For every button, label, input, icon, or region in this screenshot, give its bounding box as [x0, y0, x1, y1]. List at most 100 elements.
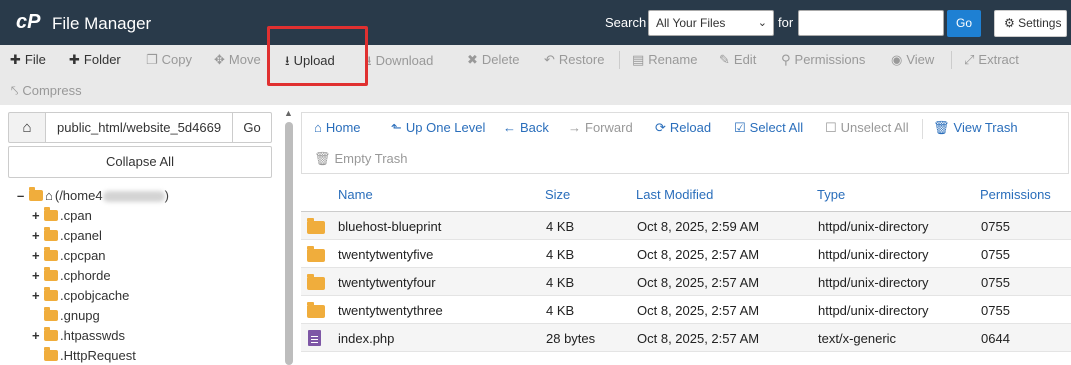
tree-item[interactable]: + .cpobjcache — [32, 286, 129, 306]
tree-item[interactable]: .gnupg — [32, 306, 100, 326]
permissions-button[interactable]: ⚲ Permissions — [781, 52, 865, 68]
key-icon: ⚲ — [781, 52, 791, 67]
collapse-all-button[interactable]: Collapse All — [8, 146, 272, 178]
folder-icon — [44, 347, 58, 361]
tree-item[interactable]: + .cpan — [32, 206, 92, 226]
table-row[interactable]: bluehost-blueprint 4 KB Oct 8, 2025, 2:59 … — [301, 212, 1071, 240]
column-header-name[interactable]: Name — [338, 187, 373, 202]
table-row[interactable]: twentytwentythree 4 KB Oct 8, 2025, 2:57 A… — [301, 296, 1071, 324]
search-label: Search — [605, 15, 647, 30]
nav-unselect-all-button[interactable]: ☐ Unselect All — [825, 120, 909, 136]
tree-item[interactable]: + .cpcpan — [32, 246, 106, 266]
new-folder-label: Folder — [83, 52, 121, 67]
download-label: Download — [375, 53, 434, 68]
nav-home-button[interactable]: ⌂ Home — [314, 120, 361, 135]
settings-button[interactable]: ⚙ Settings — [994, 10, 1067, 37]
edit-button[interactable]: ✎ Edit — [719, 52, 756, 68]
tree-item-label: .cpcpan — [60, 248, 106, 263]
toolbar-divider — [619, 51, 620, 69]
expand-toggle[interactable]: + — [32, 266, 44, 286]
search-scope-select[interactable]: All Your Files ⌄ — [648, 10, 774, 36]
path-home-button[interactable]: ⌂ — [8, 112, 46, 143]
nav-empty-trash-button[interactable]: 🗑 Empty Trash — [314, 151, 407, 167]
nav-reload-button[interactable]: ⟳ Reload — [655, 120, 711, 136]
folder-icon — [307, 246, 325, 262]
cell-modified: Oct 8, 2025, 2:57 AM — [637, 247, 760, 262]
view-button[interactable]: ◉ View — [891, 52, 934, 68]
cell-modified: Oct 8, 2025, 2:59 AM — [637, 219, 760, 234]
upload-highlight-box — [267, 26, 368, 86]
tree-root-label-end: ) — [164, 188, 169, 203]
table-row[interactable]: index.php 28 bytes Oct 8, 2025, 2:57 AM tex… — [301, 324, 1071, 352]
tree-item[interactable]: + .htpasswds — [32, 326, 125, 346]
expand-toggle[interactable]: + — [32, 226, 44, 246]
cell-perms: 0755 — [981, 247, 1010, 262]
search-go-button[interactable]: Go — [947, 10, 981, 37]
view-label: View — [906, 52, 935, 67]
tree-item[interactable]: + .cphorde — [32, 266, 111, 286]
nav-up-button[interactable]: ⬑ Up One Level — [391, 120, 485, 136]
cell-type: httpd/unix-directory — [818, 303, 929, 318]
cell-perms: 0755 — [981, 275, 1010, 290]
plus-icon: ✚ — [10, 52, 21, 67]
expand-icon: ⤢ — [964, 52, 975, 67]
move-icon: ✥ — [214, 52, 225, 67]
nav-back-label: Back — [520, 120, 549, 135]
tree-item-label: .HttpRequest — [60, 348, 136, 363]
search-input[interactable] — [798, 10, 944, 36]
tree-root[interactable]: – ⌂ (/home4) — [17, 186, 169, 206]
nav-view-trash-button[interactable]: 🗑 View Trash — [933, 120, 1018, 136]
cell-type: text/x-generic — [818, 331, 897, 346]
expand-toggle[interactable]: + — [32, 326, 44, 346]
cell-modified: Oct 8, 2025, 2:57 AM — [637, 303, 760, 318]
cell-size: 28 bytes — [546, 331, 596, 346]
column-header-permissions[interactable]: Permissions — [980, 187, 1051, 202]
download-button[interactable]: ⭳ Download — [367, 52, 433, 74]
table-row[interactable]: twentytwentyfour 4 KB Oct 8, 2025, 2:57 AM… — [301, 268, 1071, 296]
tree-item-label: .cpobjcache — [60, 288, 130, 303]
folder-icon — [307, 218, 325, 234]
column-header-size[interactable]: Size — [545, 187, 570, 202]
nav-forward-label: Forward — [585, 120, 633, 135]
path-input[interactable]: public_html/website_5d4669 — [45, 112, 233, 143]
cell-name: twentytwentythree — [338, 303, 443, 318]
delete-button[interactable]: ✖ Delete — [467, 52, 519, 68]
column-header-type[interactable]: Type — [817, 187, 845, 202]
table-row[interactable]: twentytwentyfive 4 KB Oct 8, 2025, 2:57 AM… — [301, 240, 1071, 268]
arrow-left-icon: ← — [503, 120, 516, 135]
column-header-last-modified[interactable]: Last Modified — [636, 187, 713, 202]
expand-toggle[interactable]: + — [32, 246, 44, 266]
folder-icon — [44, 227, 58, 241]
scroll-up-arrow-icon[interactable]: ▲ — [284, 108, 293, 118]
compress-button[interactable]: ⤣ Compress — [11, 83, 82, 99]
new-file-button[interactable]: ✚ File — [10, 52, 46, 68]
arrow-right-icon: → — [568, 120, 581, 135]
move-button[interactable]: ✥ Move — [214, 52, 261, 68]
nav-forward-button[interactable]: → Forward — [568, 120, 633, 135]
tree-item[interactable]: + .cpanel — [32, 226, 102, 246]
cell-perms: 0755 — [981, 303, 1010, 318]
tree-item[interactable]: .HttpRequest — [32, 346, 136, 365]
restore-button[interactable]: ↶ Restore — [544, 52, 604, 68]
gear-icon: ⚙ — [1004, 16, 1015, 30]
rename-icon: ▤ — [632, 52, 645, 67]
home-icon: ⌂ — [45, 188, 53, 203]
nav-back-button[interactable]: ← Back — [503, 120, 549, 135]
path-go-button[interactable]: Go — [232, 112, 272, 143]
extract-button[interactable]: ⤢ Extract — [964, 52, 1019, 68]
collapse-toggle[interactable]: – — [17, 186, 29, 206]
folder-icon — [44, 307, 58, 321]
cell-perms: 0755 — [981, 219, 1010, 234]
rename-button[interactable]: ▤ Rename — [632, 52, 697, 68]
new-folder-button[interactable]: ✚ Folder — [69, 52, 121, 68]
expand-toggle[interactable]: + — [32, 206, 44, 226]
folder-icon — [307, 302, 325, 318]
scrollbar-thumb[interactable] — [285, 122, 293, 365]
cpanel-logo: cP — [16, 11, 41, 33]
cell-modified: Oct 8, 2025, 2:57 AM — [637, 275, 760, 290]
copy-button[interactable]: ❐ Copy — [146, 52, 192, 68]
nav-select-all-button[interactable]: ☑ Select All — [734, 120, 803, 136]
checkbox-checked-icon: ☑ — [734, 120, 746, 135]
expand-toggle[interactable]: + — [32, 286, 44, 306]
nav-divider — [922, 119, 923, 139]
